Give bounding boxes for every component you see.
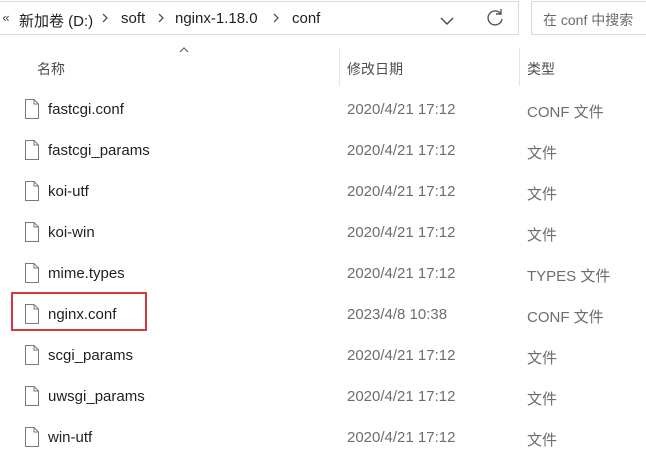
file-modified: 2020/4/21 17:12 (347, 142, 456, 159)
file-modified: 2020/4/21 17:12 (347, 224, 456, 241)
sort-ascending-icon (179, 47, 189, 53)
chevron-right-icon[interactable] (155, 8, 167, 28)
file-type: 文件 (527, 432, 558, 449)
breadcrumb-item-conf[interactable]: conf (292, 10, 320, 27)
file-type: 文件 (527, 391, 558, 408)
file-type: 文件 (527, 145, 558, 162)
file-icon (25, 427, 39, 447)
column-header-modified[interactable]: 修改日期 (347, 59, 403, 79)
file-type: 文件 (527, 227, 558, 244)
file-name: nginx.conf (48, 306, 117, 323)
file-icon (25, 181, 39, 201)
file-row[interactable]: scgi_params 2020/4/21 17:12 文件 (0, 335, 646, 376)
breadcrumb-item-nginx[interactable]: nginx-1.18.0 (175, 10, 258, 27)
breadcrumb-item-drive[interactable]: 新加卷 (D:) (19, 10, 93, 31)
chevron-right-icon[interactable] (99, 8, 111, 28)
chevron-right-icon[interactable] (270, 8, 282, 28)
file-name: fastcgi_params (48, 142, 150, 159)
file-modified: 2023/4/8 10:38 (347, 306, 448, 323)
file-type: CONF 文件 (527, 104, 604, 121)
file-modified: 2020/4/21 17:12 (347, 347, 456, 364)
chevron-down-icon[interactable] (432, 6, 462, 34)
file-type: 文件 (527, 186, 558, 203)
file-row[interactable]: uwsgi_params 2020/4/21 17:12 文件 (0, 376, 646, 417)
file-row[interactable]: win-utf 2020/4/21 17:12 文件 (0, 417, 646, 458)
address-bar[interactable]: « 新加卷 (D:) soft nginx-1.18.0 conf (0, 1, 519, 35)
breadcrumb-overflow[interactable]: « (0, 10, 12, 25)
refresh-icon[interactable] (480, 4, 510, 32)
file-modified: 2020/4/21 17:12 (347, 429, 456, 446)
file-modified: 2020/4/21 17:12 (347, 101, 456, 118)
file-icon (25, 99, 39, 119)
file-name: uwsgi_params (48, 388, 145, 405)
file-row[interactable]: fastcgi.conf 2020/4/21 17:12 CONF 文件 (0, 89, 646, 130)
file-modified: 2020/4/21 17:12 (347, 388, 456, 405)
column-divider[interactable] (519, 48, 520, 86)
file-row[interactable]: koi-utf 2020/4/21 17:12 文件 (0, 171, 646, 212)
file-name: scgi_params (48, 347, 134, 364)
file-modified: 2020/4/21 17:12 (347, 265, 456, 282)
file-icon (25, 263, 39, 283)
file-icon (25, 345, 39, 365)
file-row[interactable]: fastcgi_params 2020/4/21 17:12 文件 (0, 130, 646, 171)
file-icon (25, 222, 39, 242)
column-divider[interactable] (339, 48, 340, 86)
file-modified: 2020/4/21 17:12 (347, 183, 456, 200)
column-header-type[interactable]: 类型 (527, 59, 555, 79)
file-name: koi-utf (48, 183, 89, 200)
file-icon (25, 304, 39, 324)
file-row-highlighted[interactable]: nginx.conf 2023/4/8 10:38 CONF 文件 (0, 292, 646, 335)
breadcrumb-item-soft[interactable]: soft (121, 10, 145, 27)
file-icon (25, 386, 39, 406)
file-type: 文件 (527, 350, 558, 367)
file-type: TYPES 文件 (527, 268, 611, 285)
file-icon (25, 140, 39, 160)
file-row[interactable]: mime.types 2020/4/21 17:12 TYPES 文件 (0, 253, 646, 294)
file-row[interactable]: koi-win 2020/4/21 17:12 文件 (0, 212, 646, 253)
file-name: fastcgi.conf (48, 101, 124, 118)
column-header-name[interactable]: 名称 (37, 59, 65, 79)
file-type: CONF 文件 (527, 309, 604, 326)
search-input[interactable]: 在 conf 中搜索 (531, 1, 646, 35)
column-header-row: 名称 修改日期 类型 (0, 46, 646, 88)
file-name: koi-win (48, 224, 95, 241)
address-bar-row: « 新加卷 (D:) soft nginx-1.18.0 conf 在 conf… (0, 0, 646, 38)
file-name: win-utf (48, 429, 93, 446)
file-name: mime.types (48, 265, 125, 282)
search-placeholder: 在 conf 中搜索 (543, 12, 634, 28)
